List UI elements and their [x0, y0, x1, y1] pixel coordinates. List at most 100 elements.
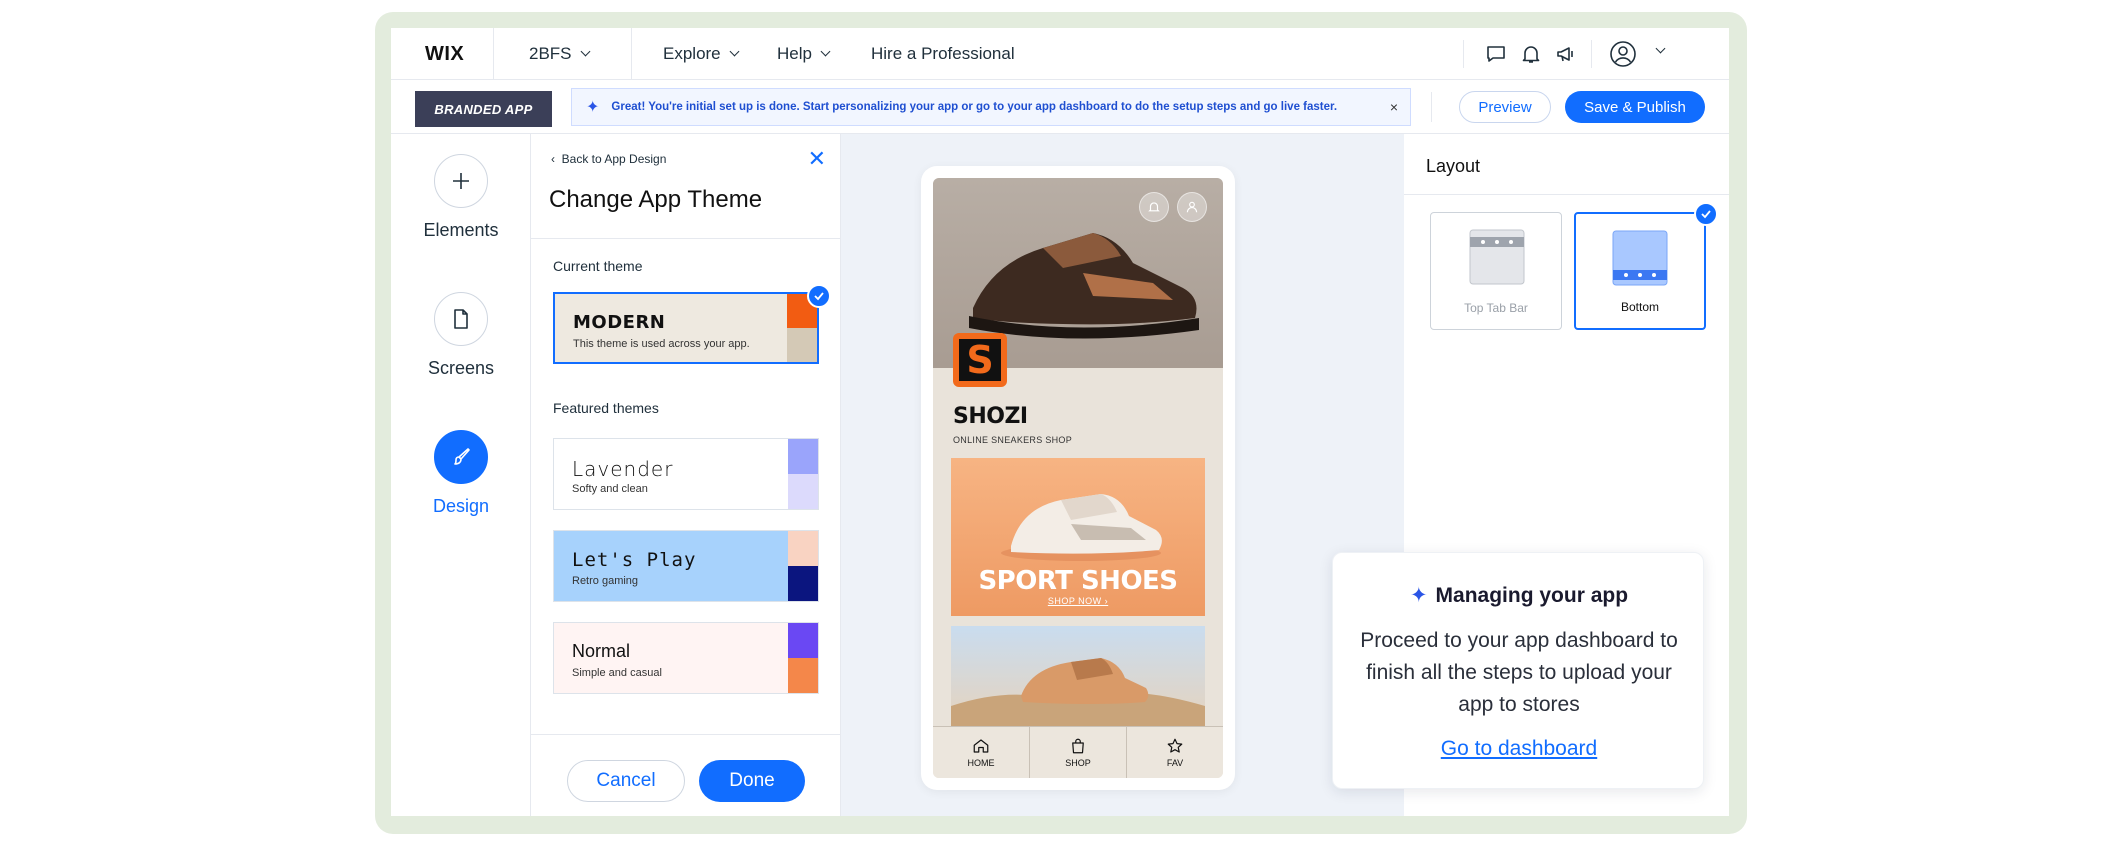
chevron-down-icon — [820, 46, 831, 57]
chevron-down-icon — [729, 46, 740, 57]
managing-title-text: Managing your app — [1435, 584, 1629, 607]
rail-label: Elements — [423, 220, 499, 240]
theme-card-modern[interactable]: MODERN This theme is used across your ap… — [553, 292, 819, 364]
star-icon — [1167, 738, 1183, 753]
editor-window: WIX 2BFS Explore Help Hire a Professiona… — [391, 28, 1729, 816]
setup-banner: ✦ Great! You're initial set up is done. … — [571, 88, 1411, 126]
preview-canvas: S SHOZI ONLINE SNEAKERS SHOP SPORT SHOES… — [841, 134, 1404, 816]
sparkle-icon: ✦ — [1409, 584, 1428, 607]
account-icon[interactable] — [1177, 192, 1207, 222]
theme-card-normal[interactable]: Normal Simple and casual — [553, 622, 819, 694]
featured-themes-label: Featured themes — [553, 400, 659, 416]
shop-logo-letter: S — [959, 338, 1001, 382]
chevron-down-icon[interactable] — [1655, 43, 1666, 54]
rail-item-screens[interactable]: Screens — [391, 292, 531, 379]
bag-icon — [1072, 738, 1084, 754]
theme-name: Lavender — [572, 457, 674, 481]
shop-name: SHOZI — [953, 404, 1028, 429]
theme-name: MODERN — [573, 312, 666, 333]
layout-bottom-tab-icon — [1612, 230, 1668, 286]
chat-icon[interactable] — [1484, 42, 1508, 66]
current-theme-label: Current theme — [553, 258, 643, 274]
check-icon — [1694, 202, 1718, 226]
tab-label: FAV — [1166, 758, 1184, 768]
shop-subtitle: ONLINE SNEAKERS SHOP — [953, 435, 1073, 445]
rail-item-elements[interactable]: Elements — [391, 154, 531, 241]
home-icon — [973, 739, 989, 753]
account-icon[interactable] — [1609, 40, 1637, 68]
tab-label: SHOP — [1065, 758, 1091, 768]
theme-swatch — [788, 623, 818, 658]
tab-label: HOME — [967, 758, 995, 768]
go-to-dashboard-link[interactable]: Go to dashboard — [1333, 737, 1705, 761]
page-icon — [434, 292, 488, 346]
divider — [1591, 40, 1592, 68]
nav-help-label: Help — [777, 44, 812, 63]
tab-home[interactable]: HOME — [933, 727, 1030, 778]
layout-option-top-tab-bar[interactable]: Top Tab Bar — [1430, 212, 1562, 330]
layout-title: Layout — [1426, 156, 1481, 176]
phone-screen: S SHOZI ONLINE SNEAKERS SHOP SPORT SHOES… — [933, 178, 1223, 778]
managing-title: ✦ Managing your app — [1333, 583, 1705, 608]
sub-bar: BRANDED APP ✦ Great! You're initial set … — [391, 80, 1729, 134]
rail-label: Screens — [427, 358, 495, 378]
layout-top-tab-icon — [1469, 229, 1525, 285]
nav-explore-label: Explore — [663, 44, 721, 63]
rail-item-design[interactable]: Design — [391, 430, 531, 517]
promo-banner[interactable]: SPORT SHOES SHOP NOW › — [951, 458, 1205, 616]
phone-tab-bar: HOME SHOP FAV — [933, 726, 1223, 778]
megaphone-icon[interactable] — [1554, 42, 1578, 66]
theme-card-lets-play[interactable]: Let's Play Retro gaming — [553, 530, 819, 602]
layout-option-bottom[interactable]: Bottom — [1574, 212, 1706, 330]
promo-link[interactable]: SHOP NOW › — [951, 596, 1205, 606]
back-label: Back to App Design — [561, 152, 667, 166]
divider — [1404, 194, 1729, 195]
nav-hire-professional[interactable]: Hire a Professional — [871, 44, 1015, 64]
bell-icon[interactable] — [1139, 192, 1169, 222]
theme-swatch — [788, 439, 818, 474]
save-publish-button[interactable]: Save & Publish — [1565, 91, 1705, 123]
wix-logo[interactable]: WIX — [425, 43, 464, 66]
theme-desc: Simple and casual — [572, 667, 662, 679]
panel-title: Change App Theme — [549, 186, 763, 213]
theme-swatch — [788, 474, 818, 509]
nav-help[interactable]: Help — [777, 44, 831, 64]
nav-explore[interactable]: Explore — [663, 44, 740, 64]
back-link[interactable]: ‹ Back to App Design — [551, 152, 666, 166]
done-button[interactable]: Done — [699, 760, 805, 802]
bell-icon[interactable] — [1519, 42, 1543, 66]
plus-icon — [434, 154, 488, 208]
rail-label: Design — [432, 496, 490, 516]
divider — [531, 238, 841, 239]
nav-hire-label: Hire a Professional — [871, 44, 1015, 63]
close-icon[interactable]: ✕ — [808, 146, 826, 172]
site-selector[interactable]: 2BFS — [529, 44, 590, 64]
theme-card-lavender[interactable]: Lavender Softy and clean — [553, 438, 819, 510]
phone-preview: S SHOZI ONLINE SNEAKERS SHOP SPORT SHOES… — [921, 166, 1235, 790]
branded-app-badge[interactable]: BRANDED APP — [415, 91, 552, 127]
promo-banner-2[interactable] — [951, 626, 1205, 726]
shop-logo: S — [953, 333, 1007, 387]
banner-text: Great! You're initial set up is done. St… — [611, 101, 1338, 113]
sneaker-image — [951, 658, 1205, 726]
divider — [493, 28, 494, 80]
theme-swatch — [788, 658, 818, 693]
theme-panel: ‹ Back to App Design ✕ Change App Theme … — [531, 134, 841, 816]
cancel-button[interactable]: Cancel — [567, 760, 685, 802]
divider — [531, 734, 841, 735]
sparkle-icon: ✦ — [586, 99, 600, 116]
tab-fav[interactable]: FAV — [1127, 727, 1223, 778]
brush-icon — [434, 430, 488, 484]
promo-title: SPORT SHOES — [978, 566, 1178, 596]
tab-shop[interactable]: SHOP — [1030, 727, 1127, 778]
preview-button[interactable]: Preview — [1459, 91, 1551, 123]
close-icon[interactable]: × — [1390, 99, 1398, 115]
left-rail: Elements Screens Design — [391, 134, 531, 816]
top-bar: WIX 2BFS Explore Help Hire a Professiona… — [391, 28, 1729, 80]
theme-desc: This theme is used across your app. — [573, 338, 750, 350]
managing-body: Proceed to your app dashboard to finish … — [1360, 629, 1678, 716]
theme-swatch — [787, 328, 817, 362]
layout-option-label: Top Tab Bar — [1464, 301, 1528, 315]
theme-desc: Softy and clean — [572, 483, 648, 495]
divider — [631, 28, 632, 80]
